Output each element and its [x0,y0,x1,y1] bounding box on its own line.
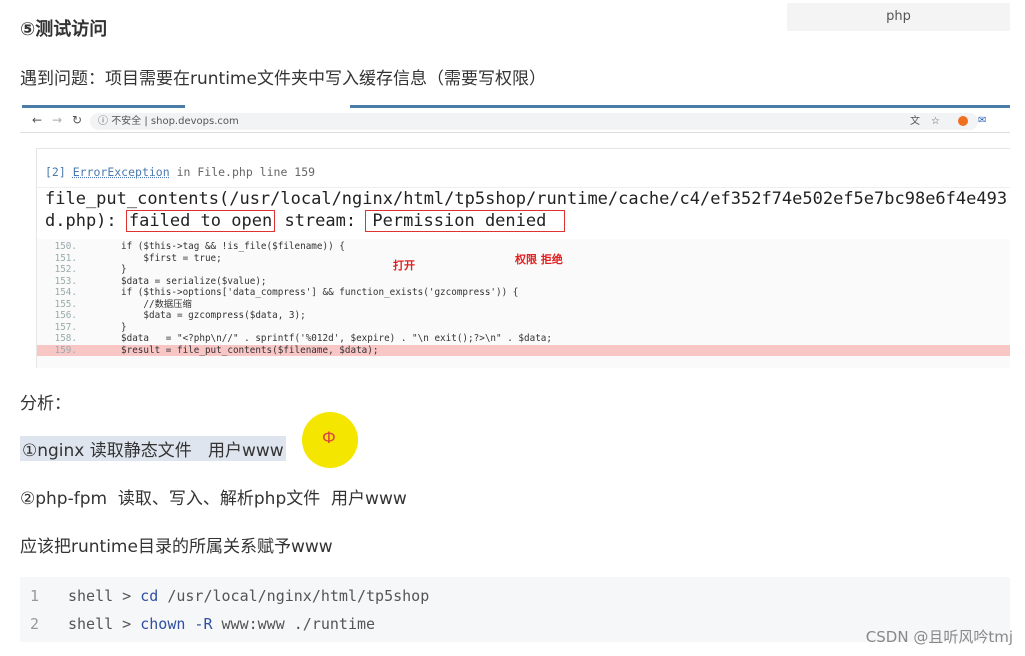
line-text: $first = true; [121,252,222,264]
failed-highlight: failed to open [125,210,276,232]
line-number: 157. [54,321,77,333]
error-message-line2: d.php): failed to open stream: Permissio… [45,210,566,232]
error-location: in File.php line 159 [176,165,316,179]
code-line: 159. $result = file_put_contents($filenam… [37,344,1010,356]
security-label: 不安全 [111,116,142,127]
analysis-label: 分析： [20,394,71,414]
reload-icon[interactable]: ↻ [72,113,82,127]
info-icon: ⓘ [98,116,112,127]
code-line: 155. //数据压缩 [37,299,1010,311]
line-text: if ($this->tag && !is_file($filename)) { [121,241,345,252]
forward-icon[interactable]: → [52,113,62,127]
line-text: $data = serialize($value); [121,275,267,287]
line-text: $result = file_put_contents($filename, $… [121,344,379,356]
code-line: 154. if ($this->options['data_compress'] … [37,287,1010,299]
line-number: 154. [54,287,77,298]
error-screenshot: ← → ↻ ⓘ 不安全 | shop.devops.com 文 ☆ ✉ [2] … [20,100,1010,368]
shell-code-block: 1 shell > cd /usr/local/nginx/html/tp5sho… [20,577,1010,642]
cursor-highlight: Ф [302,412,358,468]
mail-extension-icon[interactable]: ✉ [978,115,986,126]
line-number: 156. [54,310,77,321]
line-number: 150. [54,241,77,252]
url-text: shop.devops.com [150,116,239,127]
denied-highlight: Permission denied [365,210,566,232]
translate-icon[interactable]: 文 [910,113,920,130]
code-line: 157.} [37,322,1010,334]
line-text: if ($this->options['data_compress'] && f… [121,287,519,298]
line-text: $data = "<?php\n//" . sprintf('%012d', $… [121,333,552,344]
star-icon[interactable]: ☆ [931,113,940,130]
error-exception-link[interactable]: ErrorException [73,165,170,179]
error-message-line1: file_put_contents(/usr/local/nginx/html/… [45,189,1008,209]
code-line: 153. $data = serialize($value); [37,276,1010,288]
line-number: 159. [54,344,77,356]
tab-indicator [350,105,1010,108]
php-tag[interactable]: php [787,3,1010,31]
back-icon[interactable]: ← [32,113,42,127]
line-number: 152. [54,264,77,275]
extension-icon[interactable] [958,116,968,126]
code-line: 156. $data = gzcompress($data, 3); [37,310,1010,322]
conclusion-text: 应该把runtime目录的所属关系赋予www [20,537,333,557]
tab-indicator [22,105,185,108]
line-number: 155. [54,298,77,310]
problem-text: 遇到问题：项目需要在runtime文件夹中写入缓存信息（需要写权限） [20,69,546,89]
line-text: } [121,264,127,275]
line-number: 153. [54,275,77,287]
line-number: 158. [54,333,77,344]
annotation-denied: 权限 拒绝 [515,253,563,266]
point-nginx: ①nginx 读取静态文件 用户www [20,436,286,461]
browser-toolbar: ← → ↻ ⓘ 不安全 | shop.devops.com 文 ☆ ✉ [20,112,1010,133]
line-number: 151. [54,252,77,264]
line-text: //数据压缩 [121,298,192,310]
code-line: 1 shell > cd /usr/local/nginx/html/tp5sho… [30,587,430,605]
address-bar[interactable]: ⓘ 不安全 | shop.devops.com 文 ☆ [90,113,978,130]
section-heading: ⑤测试访问 [20,19,108,40]
line-text: } [121,321,127,333]
annotation-open: 打开 [393,259,415,272]
point-php-fpm: ②php-fpm 读取、写入、解析php文件 用户www [20,489,407,509]
error-index: [2] [45,165,66,179]
code-line: 2 shell > chown -R www:www ./runtime [30,615,376,633]
line-text: $data = gzcompress($data, 3); [121,310,306,321]
code-line: 158. $data = "<?php\n//" . sprintf('%012d… [37,333,1010,345]
cursor-icon: Ф [322,428,336,447]
watermark: CSDN @且听风吟tmj [865,628,1013,646]
error-panel: [2] ErrorException in File.php line 159 … [36,148,1010,368]
